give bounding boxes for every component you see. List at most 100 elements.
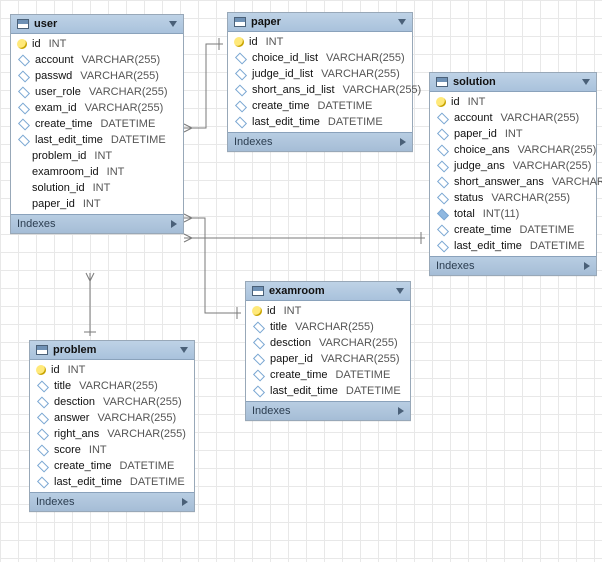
table-problem[interactable]: problem idINTtitleVARCHAR(255)desctionVAR… [29,340,195,512]
table-icon [17,19,29,29]
column-row[interactable]: last_edit_timeDATETIME [246,383,410,399]
table-user[interactable]: useridINTaccountVARCHAR(255)passwdVARCHA… [10,14,184,234]
column-row[interactable]: problem_id INT [11,148,183,164]
collapse-icon[interactable] [582,79,590,85]
column-row[interactable]: short_ans_id_listVARCHAR(255) [228,82,412,98]
column-type: DATETIME [530,240,585,252]
table-header[interactable]: solution [430,73,596,92]
column-name: create_time [252,100,309,112]
column-name: id [451,96,460,108]
column-type: INT [94,150,112,162]
column-row[interactable]: paper_idINT [430,126,596,142]
column-type: VARCHAR(255) [85,102,164,114]
column-name: judge_ans [454,160,505,172]
collapse-icon[interactable] [180,347,188,353]
table-examroom[interactable]: examroom idINTtitleVARCHAR(255)desctionVA… [245,281,411,421]
column-type: INT [93,182,111,194]
column-row[interactable]: scoreINT [30,442,194,458]
column-name: account [35,54,74,66]
expand-icon[interactable] [398,407,404,415]
column-row[interactable]: paper_idVARCHAR(255) [246,351,410,367]
expand-icon[interactable] [182,498,188,506]
column-row[interactable]: idINT [30,362,194,378]
column-name: problem_id [32,150,86,162]
column-row[interactable]: statusVARCHAR(255) [430,190,596,206]
column-type: INT [49,38,67,50]
column-row[interactable]: idINT [228,34,412,50]
indexes-section[interactable]: Indexes [30,492,194,511]
column-row[interactable]: desctionVARCHAR(255) [30,394,194,410]
column-row[interactable]: exam_idVARCHAR(255) [11,100,183,116]
column-row[interactable]: user_roleVARCHAR(255) [11,84,183,100]
table-header[interactable]: paper [228,13,412,32]
column-type: VARCHAR(255) [107,428,186,440]
column-type: VARCHAR(255) [103,396,182,408]
indexes-section[interactable]: Indexes [11,214,183,233]
column-row[interactable]: titleVARCHAR(255) [246,319,410,335]
table-title: paper [251,16,393,28]
column-row[interactable]: answerVARCHAR(255) [30,410,194,426]
indexes-section[interactable]: Indexes [228,132,412,151]
table-header[interactable]: examroom [246,282,410,301]
column-row[interactable]: create_timeDATETIME [246,367,410,383]
column-row[interactable]: paper_idINT [11,196,183,212]
indexes-label: Indexes [36,496,75,508]
column-row[interactable]: create_timeDATETIME [11,116,183,132]
diamond-icon [18,134,30,146]
diamond-icon [437,160,449,172]
column-row[interactable]: create_timeDATETIME [430,222,596,238]
indexes-section[interactable]: Indexes [430,256,596,275]
column-row[interactable]: idINT [246,303,410,319]
column-row[interactable]: examroom_idINT [11,164,183,180]
diamond-icon [18,118,30,130]
collapse-icon[interactable] [169,21,177,27]
table-title: problem [53,344,175,356]
column-row[interactable]: totalINT(11) [430,206,596,222]
collapse-icon[interactable] [396,288,404,294]
column-type: VARCHAR(255) [513,160,592,172]
column-row[interactable]: choice_ansVARCHAR(255) [430,142,596,158]
table-header[interactable]: problem [30,341,194,360]
expand-icon[interactable] [400,138,406,146]
column-row[interactable]: desctionVARCHAR(255) [246,335,410,351]
diamond-icon [37,460,49,472]
column-row[interactable]: accountVARCHAR(255) [430,110,596,126]
indexes-section[interactable]: Indexes [246,401,410,420]
column-name: title [270,321,287,333]
column-row[interactable]: accountVARCHAR(255) [11,52,183,68]
column-row[interactable]: last_edit_timeDATETIME [30,474,194,490]
column-row[interactable]: idINT [430,94,596,110]
diamond-filled-icon [437,208,449,220]
column-row[interactable]: solution_idINT [11,180,183,196]
column-type: DATETIME [130,476,185,488]
column-name: last_edit_time [252,116,320,128]
column-name: choice_ans [454,144,510,156]
column-row[interactable]: titleVARCHAR(255) [30,378,194,394]
column-row[interactable]: create_timeDATETIME [30,458,194,474]
expand-icon[interactable] [584,262,590,270]
diamond-icon [253,385,265,397]
column-type: VARCHAR(255) [552,176,602,188]
table-header[interactable]: user [11,15,183,34]
column-row[interactable]: judge_ans VARCHAR(255) [430,158,596,174]
column-row[interactable]: choice_id_listVARCHAR(255) [228,50,412,66]
column-name: examroom_id [32,166,99,178]
table-paper[interactable]: paper idINTchoice_id_listVARCHAR(255)judg… [227,12,413,152]
table-solution[interactable]: solution idINTaccountVARCHAR(255)paper_id… [429,72,597,276]
column-row[interactable]: passwdVARCHAR(255) [11,68,183,84]
column-row[interactable]: last_edit_timeDATETIME [11,132,183,148]
column-row[interactable]: judge_id_listVARCHAR(255) [228,66,412,82]
column-row[interactable]: short_answer_ansVARCHAR(255) [430,174,596,190]
column-row[interactable]: idINT [11,36,183,52]
diamond-icon [437,112,449,124]
column-row[interactable]: last_edit_timeDATETIME [228,114,412,130]
indexes-label: Indexes [436,260,475,272]
column-name: short_ans_id_list [252,84,335,96]
collapse-icon[interactable] [398,19,406,25]
diamond-icon [18,70,30,82]
blank-icon [17,183,27,193]
column-row[interactable]: create_timeDATETIME [228,98,412,114]
expand-icon[interactable] [171,220,177,228]
column-row[interactable]: right_ansVARCHAR(255) [30,426,194,442]
column-row[interactable]: last_edit_timeDATETIME [430,238,596,254]
